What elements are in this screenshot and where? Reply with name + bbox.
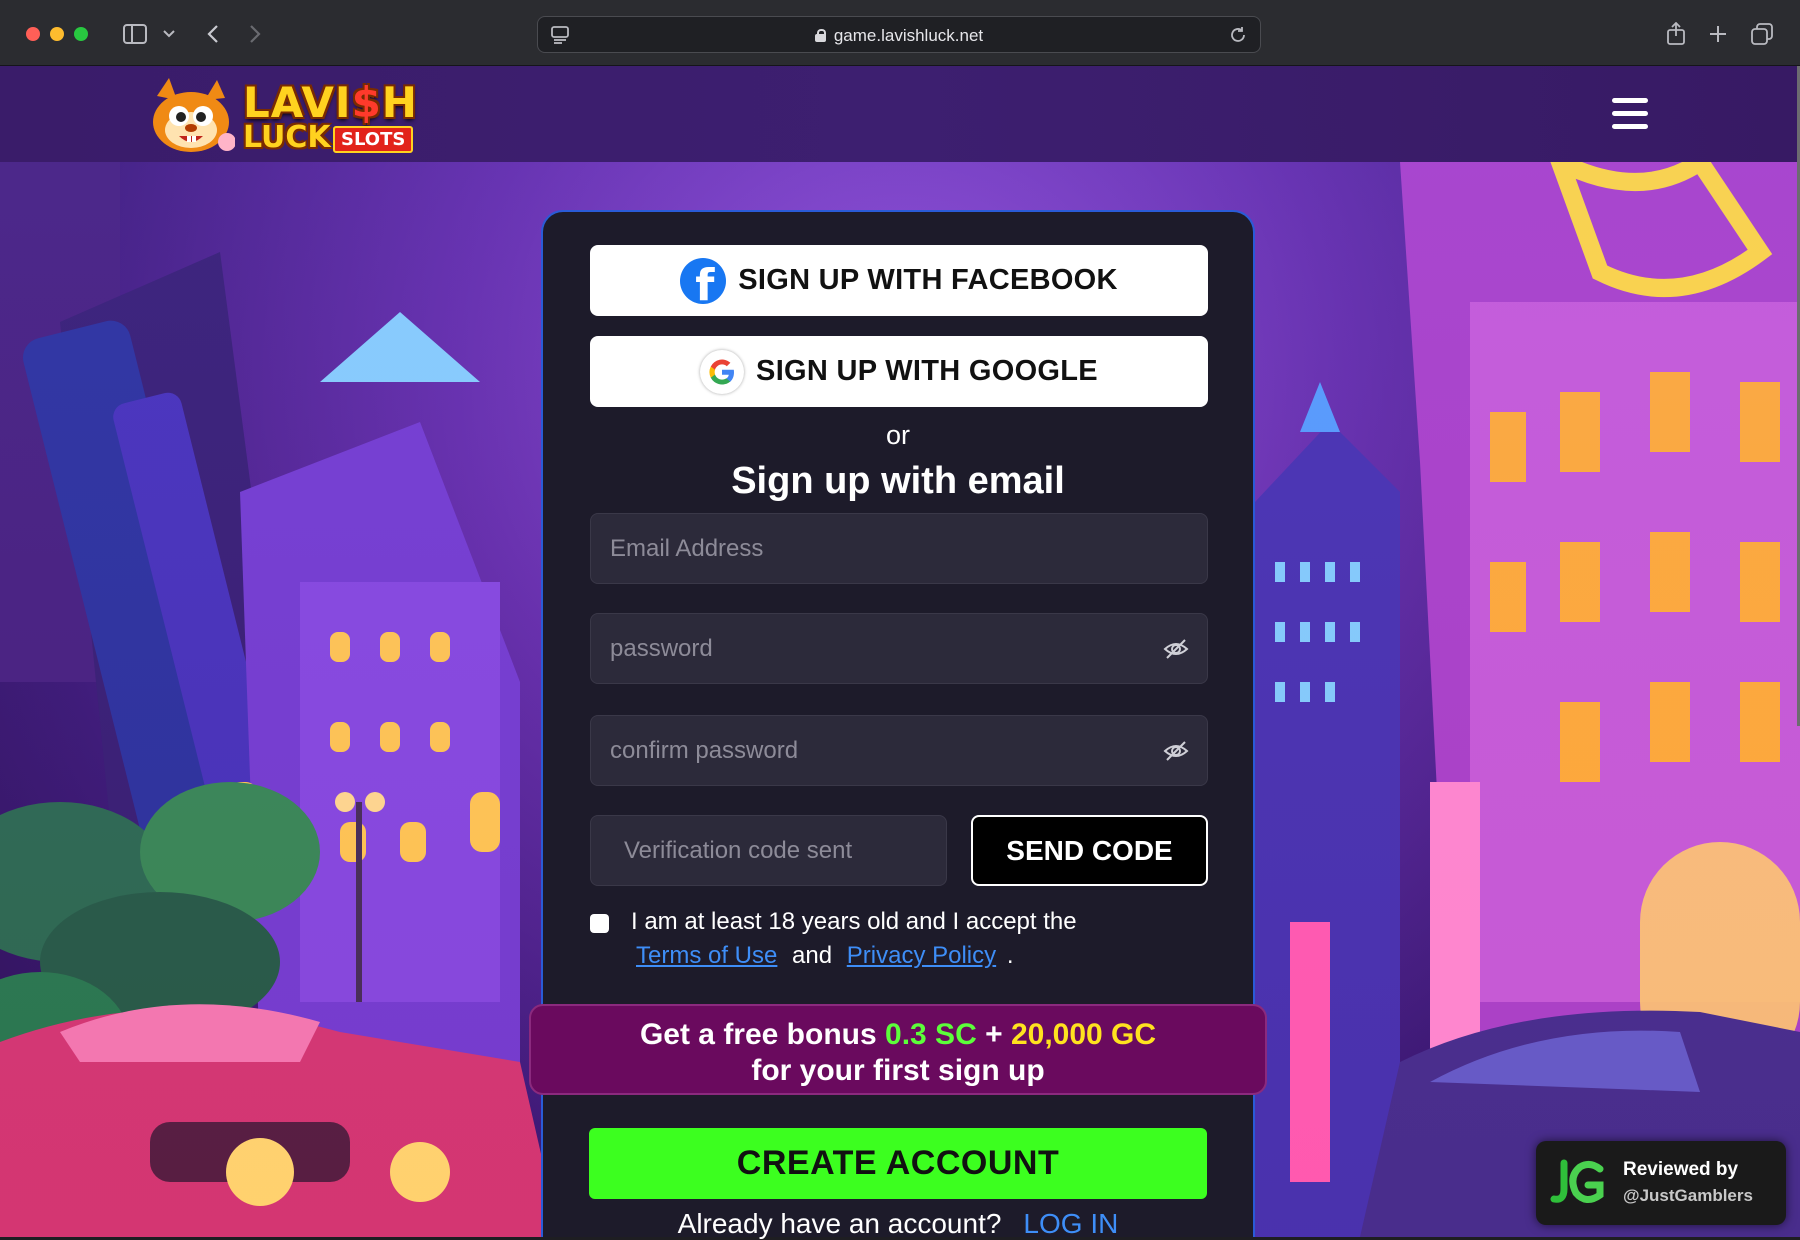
- confirm-password-field[interactable]: [590, 715, 1208, 786]
- zoom-window-button[interactable]: [74, 27, 88, 41]
- login-prompt: Already have an account? LOG IN: [541, 1208, 1255, 1240]
- new-tab-icon[interactable]: [1704, 20, 1732, 48]
- eye-off-icon[interactable]: [1163, 739, 1189, 763]
- forward-icon[interactable]: [241, 20, 269, 48]
- reload-icon[interactable]: [1224, 21, 1252, 49]
- justgamblers-logo-icon: [1550, 1159, 1604, 1203]
- bonus-plus-text: +: [985, 1018, 1003, 1051]
- verification-code-field[interactable]: [590, 815, 947, 886]
- minimize-window-button[interactable]: [50, 27, 64, 41]
- or-divider-text: or: [885, 420, 910, 450]
- send-code-button[interactable]: SEND CODE: [971, 815, 1208, 886]
- terms-of-use-link[interactable]: Terms of Use: [636, 942, 777, 969]
- bonus-prefix-text: Get a free bonus: [639, 1018, 877, 1051]
- signup-google-button[interactable]: SIGN UP WITH GOOGLE: [590, 336, 1208, 407]
- close-window-button[interactable]: [26, 27, 40, 41]
- hamburger-menu-icon[interactable]: [1612, 98, 1648, 130]
- login-link[interactable]: LOG IN: [1023, 1208, 1118, 1239]
- signup-facebook-label: SIGN UP WITH FACEBOOK: [738, 264, 1118, 296]
- bonus-banner: Get a free bonus 0.3 SC + 20,000 GC for …: [529, 1004, 1267, 1095]
- signup-google-label: SIGN UP WITH GOOGLE: [756, 355, 1098, 387]
- tabs-icon[interactable]: [1748, 20, 1776, 48]
- site-header: LAVI$H LUCK SLOTS: [0, 66, 1800, 162]
- password-input[interactable]: [591, 614, 1207, 683]
- chevron-down-icon[interactable]: [155, 20, 183, 48]
- lock-icon: [814, 29, 826, 42]
- badge-reviewed-text: Reviewed by: [1623, 1159, 1739, 1180]
- address-bar[interactable]: game.lavishluck.net: [537, 16, 1261, 53]
- agreement-links-line: Terms of Use and Privacy Policy .: [636, 942, 1013, 970]
- share-icon[interactable]: [1662, 20, 1690, 48]
- eye-off-icon[interactable]: [1163, 637, 1189, 661]
- bonus-line-2: for your first sign up: [751, 1054, 1045, 1087]
- create-account-button[interactable]: CREATE ACCOUNT: [589, 1128, 1207, 1199]
- period-text: .: [1006, 942, 1014, 969]
- bonus-sc-amount: 0.3 SC: [885, 1018, 977, 1051]
- password-field[interactable]: [590, 613, 1208, 684]
- logo-text-luck: LUCK: [243, 120, 331, 155]
- reviewed-by-badge[interactable]: Reviewed by @JustGamblers: [1536, 1141, 1786, 1225]
- logo-slots-badge: SLOTS: [333, 126, 414, 153]
- verification-code-input[interactable]: [591, 816, 946, 885]
- google-icon: [700, 349, 745, 394]
- bonus-gc-amount: 20,000 GC: [1010, 1018, 1157, 1051]
- bonus-line-1: Get a free bonus 0.3 SC + 20,000 GC: [531, 1018, 1265, 1052]
- age-terms-checkbox[interactable]: [590, 914, 609, 933]
- facebook-icon: f: [680, 257, 727, 304]
- signup-facebook-button[interactable]: f SIGN UP WITH FACEBOOK: [590, 245, 1208, 316]
- browser-toolbar: game.lavishluck.net: [0, 0, 1800, 66]
- confirm-password-input[interactable]: [591, 716, 1207, 785]
- sidebar-icon[interactable]: [121, 20, 149, 48]
- mascot-icon: [153, 78, 235, 152]
- email-field[interactable]: [590, 513, 1208, 584]
- agreement-text: I am at least 18 years old and I accept …: [631, 908, 1077, 935]
- already-account-text: Already have an account?: [677, 1208, 1002, 1239]
- email-input[interactable]: [591, 514, 1207, 583]
- and-text: and: [792, 942, 833, 969]
- email-signup-heading: Sign up with email: [731, 460, 1065, 502]
- url-text: game.lavishluck.net: [538, 26, 1260, 46]
- privacy-policy-link[interactable]: Privacy Policy: [847, 942, 996, 969]
- url-value: game.lavishluck.net: [833, 26, 984, 45]
- badge-handle-text: @JustGamblers: [1623, 1186, 1753, 1205]
- lavish-luck-logo[interactable]: LAVI$H LUCK SLOTS: [147, 74, 417, 155]
- back-icon[interactable]: [199, 20, 227, 48]
